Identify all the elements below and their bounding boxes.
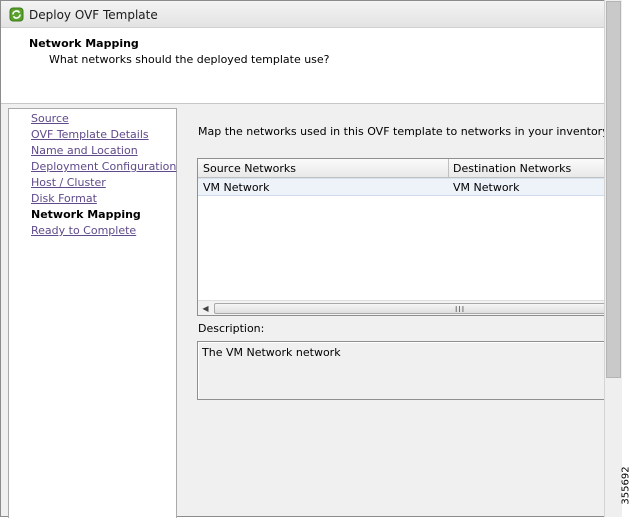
ovf-template-icon xyxy=(9,7,24,22)
horizontal-scrollbar[interactable]: ◀ III xyxy=(198,300,606,315)
step-deployment-configuration-link[interactable]: Deployment Configuration xyxy=(31,160,176,173)
vertical-scroll-thumb[interactable] xyxy=(606,1,621,378)
scroll-grip-icon: III xyxy=(455,305,466,314)
figure-id: 355692 xyxy=(619,462,633,512)
source-network-cell: VM Network xyxy=(203,181,270,194)
figure-id-text: 355692 xyxy=(620,466,632,505)
title-bar: Deploy OVF Template xyxy=(1,1,605,28)
column-divider[interactable] xyxy=(448,159,449,178)
table-header: Source Networks Destination Networks xyxy=(198,159,605,178)
column-header-destination-networks[interactable]: Destination Networks xyxy=(453,162,571,175)
wizard-header: Network Mapping What networks should the… xyxy=(1,28,605,104)
column-header-source-networks[interactable]: Source Networks xyxy=(203,162,296,175)
page-title: Network Mapping xyxy=(29,37,139,50)
vertical-scrollbar[interactable] xyxy=(604,0,622,517)
mapping-instructions: Map the networks used in this OVF templa… xyxy=(198,125,609,138)
network-mapping-table[interactable]: Source Networks Destination Networks VM … xyxy=(197,158,606,316)
step-ovf-template-details-link[interactable]: OVF Template Details xyxy=(31,128,149,141)
window-title: Deploy OVF Template xyxy=(29,8,158,22)
description-text: The VM Network network xyxy=(202,346,341,359)
horizontal-scroll-thumb[interactable]: III xyxy=(214,303,606,314)
step-name-and-location-link[interactable]: Name and Location xyxy=(31,144,138,157)
scroll-left-arrow-icon[interactable]: ◀ xyxy=(200,303,211,314)
step-disk-format-link[interactable]: Disk Format xyxy=(31,192,97,205)
wizard-step-nav: Source OVF Template Details Name and Loc… xyxy=(8,108,177,518)
step-source-link[interactable]: Source xyxy=(31,112,69,125)
step-ready-to-complete-link[interactable]: Ready to Complete xyxy=(31,224,136,237)
description-label: Description: xyxy=(198,322,265,335)
destination-network-dropdown[interactable]: VM Network xyxy=(453,181,519,194)
deploy-ovf-window: Deploy OVF Template Network Mapping What… xyxy=(0,0,609,518)
step-network-mapping-current: Network Mapping xyxy=(31,208,141,221)
description-box: The VM Network network xyxy=(197,341,605,400)
step-host-cluster-link[interactable]: Host / Cluster xyxy=(31,176,106,189)
page-subtitle: What networks should the deployed templa… xyxy=(49,53,330,66)
table-row[interactable]: VM Network VM Network xyxy=(198,178,605,196)
